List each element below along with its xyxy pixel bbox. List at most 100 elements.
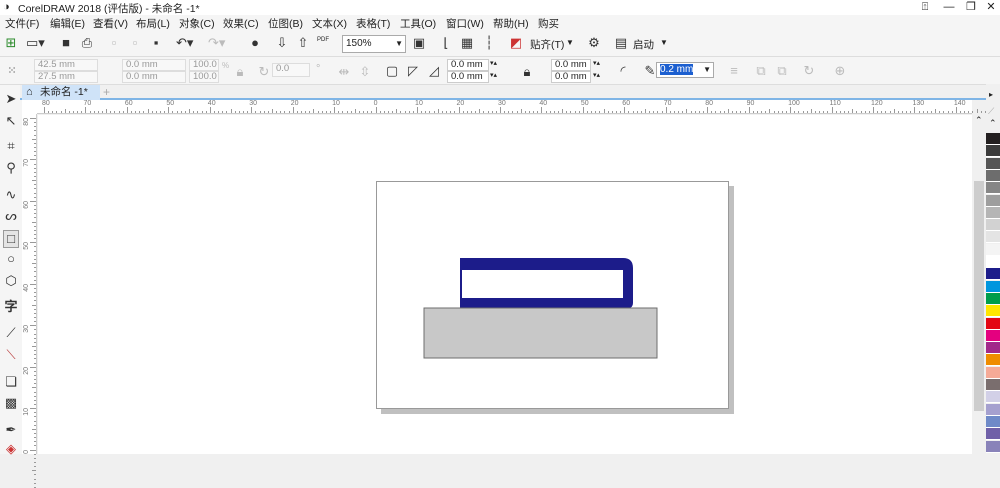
snap-to-menu[interactable]: 贴齐(T): [530, 37, 564, 52]
show-rulers-icon[interactable]: ⌊: [438, 35, 454, 51]
polygon-tool-icon[interactable]: ⬡: [3, 273, 19, 289]
outline-width-select[interactable]: 0.2 mm ▼: [656, 62, 714, 78]
redo-icon[interactable]: ↷▾: [208, 35, 225, 51]
color-swatch[interactable]: [986, 354, 1000, 367]
paste-icon[interactable]: ▪: [148, 35, 164, 51]
artistic-media-tool-icon[interactable]: ᔕ: [3, 208, 19, 224]
color-swatch[interactable]: [986, 391, 1000, 404]
export-icon[interactable]: ⇧: [295, 35, 311, 51]
color-swatch[interactable]: [986, 440, 1000, 453]
add-icon[interactable]: ⊕: [832, 63, 848, 79]
mirror-vertical-icon[interactable]: ⇳: [357, 64, 373, 80]
color-swatch[interactable]: [986, 280, 1000, 293]
color-swatch[interactable]: [986, 133, 1000, 145]
menu-text[interactable]: 文本(X): [312, 16, 347, 31]
close-button[interactable]: ✕: [980, 0, 1000, 15]
color-swatch[interactable]: [986, 157, 1000, 170]
chamfered-corner-icon[interactable]: ◿: [426, 63, 442, 79]
scale-y-field[interactable]: 100.0: [189, 71, 219, 83]
drawing-canvas[interactable]: [38, 115, 972, 454]
scrollbar-thumb[interactable]: [974, 181, 984, 411]
shape-tool-icon[interactable]: ↖: [3, 113, 19, 129]
import-icon[interactable]: ⇩: [274, 35, 290, 51]
scalloped-corner-icon[interactable]: ◸: [405, 63, 421, 79]
options-gear-icon[interactable]: ⚙: [586, 35, 602, 51]
color-swatch[interactable]: [986, 256, 1000, 268]
snap-icon[interactable]: ◩: [508, 35, 524, 51]
blue-rounded-frame[interactable]: [460, 258, 633, 308]
parallel-dimension-tool-icon[interactable]: ⟋: [3, 325, 19, 341]
spinner-icon[interactable]: ▾▴: [490, 59, 497, 67]
color-swatch[interactable]: [986, 169, 1000, 182]
connector-tool-icon[interactable]: ⟍: [3, 347, 19, 363]
color-swatch[interactable]: [986, 194, 1000, 207]
lock-ratio-icon[interactable]: 🔒︎: [232, 64, 248, 80]
mirror-horizontal-icon[interactable]: ⇹: [336, 64, 352, 80]
spinner-icon[interactable]: ▾▴: [490, 71, 497, 79]
relative-corner-scaling-icon[interactable]: ◜: [615, 63, 631, 79]
rectangle-tool-icon[interactable]: □: [3, 230, 19, 248]
launch-menu[interactable]: 启动: [633, 37, 654, 52]
menu-view[interactable]: 查看(V): [93, 16, 128, 31]
ruler-origin-corner[interactable]: [22, 100, 37, 114]
menu-buy[interactable]: 购买: [538, 16, 559, 31]
chevron-down-icon[interactable]: ▼: [566, 38, 574, 47]
menu-edit[interactable]: 编辑(E): [50, 16, 85, 31]
color-swatch[interactable]: [986, 317, 1000, 330]
add-tab-button[interactable]: +: [103, 85, 110, 99]
home-icon[interactable]: ⌂: [26, 85, 33, 100]
spinner-icon[interactable]: ▾▴: [593, 71, 600, 79]
save-icon[interactable]: ■: [58, 35, 74, 51]
zoom-tool-icon[interactable]: ⚲: [3, 160, 19, 176]
interactive-fill-tool-icon[interactable]: ◈: [3, 441, 19, 457]
open-folder-icon[interactable]: ▭▾: [26, 35, 45, 51]
scale-x-field[interactable]: 100.0: [189, 59, 219, 71]
menu-help[interactable]: 帮助(H): [493, 16, 529, 31]
menu-tools[interactable]: 工具(O): [400, 16, 436, 31]
color-swatch[interactable]: [986, 219, 1000, 232]
color-swatch[interactable]: [986, 329, 1000, 342]
round-corner-icon[interactable]: ▢: [384, 63, 400, 79]
corner-radius-top-right-field[interactable]: 0.0 mm: [551, 59, 591, 71]
color-swatch[interactable]: [986, 342, 1000, 355]
color-swatch[interactable]: [986, 379, 1000, 391]
color-swatch[interactable]: [986, 305, 1000, 318]
tab-document[interactable]: ⌂ 未命名 -1*: [22, 85, 100, 100]
menu-table[interactable]: 表格(T): [356, 16, 390, 31]
print-icon[interactable]: ⎙: [79, 35, 95, 51]
show-grid-icon[interactable]: ▦: [459, 35, 475, 51]
spinner-icon[interactable]: ▾▴: [593, 59, 600, 67]
copy-icon[interactable]: ▫: [127, 35, 143, 51]
vertical-ruler[interactable]: 80 70 60 50 40 30 20 10 0: [22, 114, 37, 488]
drop-shadow-tool-icon[interactable]: ❏: [3, 374, 19, 390]
undo-icon[interactable]: ↶▾: [176, 35, 193, 51]
color-swatch[interactable]: [986, 243, 1000, 256]
color-swatch[interactable]: [986, 403, 1000, 416]
pick-tool-icon[interactable]: ➤: [3, 91, 19, 107]
convert-to-curves-icon[interactable]: ↻: [801, 63, 817, 79]
minimize-button[interactable]: —: [938, 0, 960, 15]
application-launcher-icon[interactable]: ▤: [613, 35, 629, 51]
gray-base-rectangle[interactable]: [423, 307, 658, 359]
color-swatch[interactable]: [986, 231, 1000, 244]
full-screen-icon[interactable]: ▣: [411, 35, 427, 51]
color-swatch[interactable]: [986, 145, 1000, 158]
to-front-icon[interactable]: ⧉: [753, 63, 769, 79]
menu-window[interactable]: 窗口(W): [446, 16, 484, 31]
color-swatch[interactable]: [986, 206, 1000, 219]
text-wrap-icon[interactable]: ≡: [726, 63, 742, 79]
palette-flyout-icon[interactable]: ▸: [989, 90, 993, 99]
color-swatch[interactable]: [986, 428, 1000, 441]
object-origin-icon[interactable]: ⁙: [4, 63, 20, 79]
freehand-tool-icon[interactable]: ∿: [3, 187, 19, 203]
restore-button[interactable]: ❐: [960, 0, 982, 15]
menu-effects[interactable]: 效果(C): [223, 16, 259, 31]
lock-corners-icon[interactable]: 🔒︎: [519, 64, 535, 80]
zoom-level-select[interactable]: 150% ▼: [342, 35, 406, 53]
publish-pdf-icon[interactable]: PDF: [317, 37, 329, 43]
menu-object[interactable]: 对象(C): [179, 16, 215, 31]
vertical-scrollbar[interactable]: ⌃: [972, 115, 986, 454]
scroll-up-icon[interactable]: ⌃: [975, 115, 983, 126]
corner-radius-top-left-field[interactable]: 0.0 mm: [447, 59, 489, 71]
transparency-tool-icon[interactable]: ▩: [3, 395, 19, 411]
